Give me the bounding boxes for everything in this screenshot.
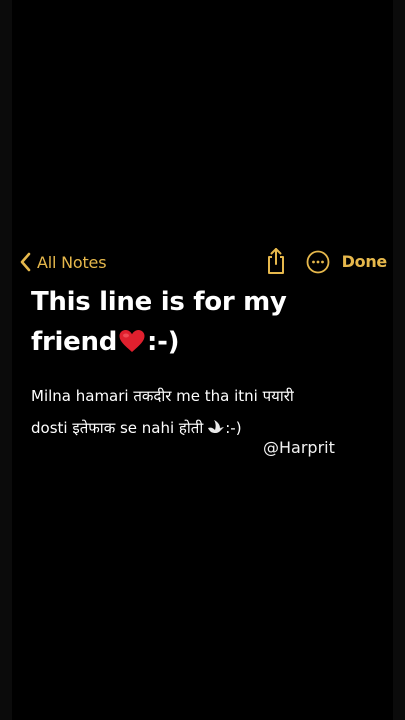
done-button[interactable]: Done [342, 252, 388, 271]
all-notes-back-button[interactable]: All Notes [18, 248, 107, 276]
back-button-label: All Notes [37, 252, 107, 272]
navigation-bar: All Notes Done [18, 244, 387, 280]
note-title-line2-text: friend [31, 327, 118, 357]
note-title-line1: This line is for my [31, 287, 287, 317]
share-icon [263, 248, 289, 280]
ellipsis-circle-icon [305, 250, 331, 279]
note-title: This line is for my friend :-) [31, 282, 383, 362]
screen-edge-right [393, 0, 405, 720]
dove-icon [207, 414, 225, 434]
note-content[interactable]: This line is for my friend :-) Milna hama… [31, 282, 383, 444]
note-body-smiley: :-) [225, 419, 242, 437]
note-body-line2-text: dosti इतेफाक se nahi होती [31, 419, 204, 437]
chevron-left-icon [18, 251, 34, 273]
share-button[interactable] [263, 246, 289, 276]
more-options-button[interactable] [305, 249, 331, 275]
signature-text: @Harprit [263, 438, 335, 457]
note-body-line1: Milna hamari तकदीर me tha itni पयारी [31, 387, 294, 405]
note-body: Milna hamari तकदीर me tha itni पयारी dos… [31, 380, 383, 444]
note-title-smiley: :-) [147, 327, 180, 357]
heart-icon [118, 325, 146, 352]
screen-edge-left [0, 0, 12, 720]
